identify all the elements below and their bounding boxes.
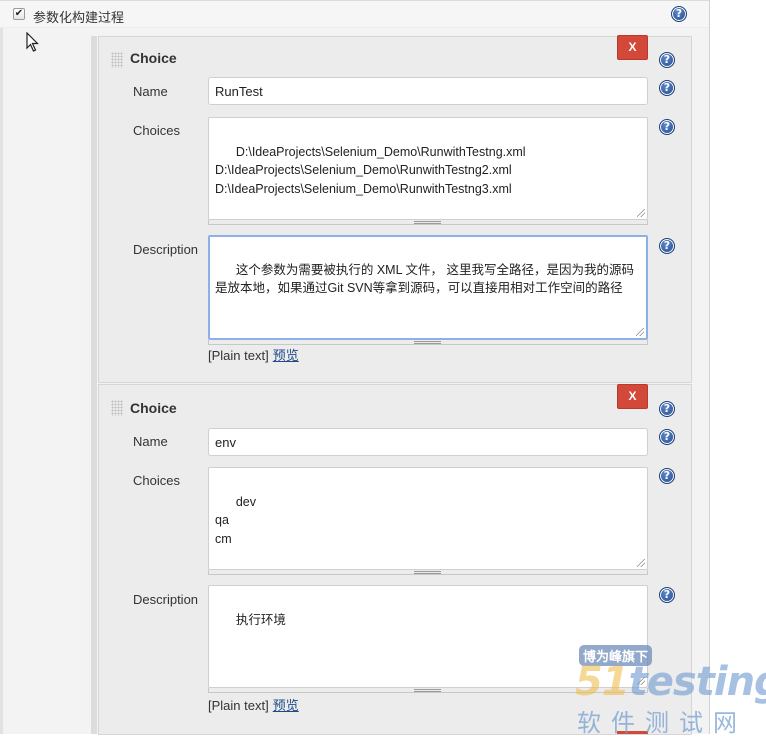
container-edge bbox=[0, 28, 3, 734]
name-input[interactable]: RunTest bbox=[208, 77, 648, 105]
help-icon[interactable]: ? bbox=[659, 587, 675, 603]
build-config-container: ✔ 参数化构建过程 ? Choice X ? Name RunTest ? Ch… bbox=[0, 0, 710, 735]
description-textarea[interactable]: 这个参数为需要被执行的 XML 文件， 这里我写全路径，是因为我的源码 是放本地… bbox=[208, 235, 648, 340]
help-icon[interactable]: ? bbox=[659, 52, 675, 68]
format-hint: [Plain text] 预览 bbox=[208, 345, 299, 364]
choice-parameter-panel: Choice X ? Name env ? Choices dev qa cm … bbox=[98, 384, 692, 735]
textarea-resize-bar[interactable] bbox=[208, 688, 648, 693]
delete-parameter-button[interactable]: X bbox=[617, 35, 648, 60]
parameterized-build-row: ✔ 参数化构建过程 ? bbox=[0, 0, 709, 28]
help-icon[interactable]: ? bbox=[659, 429, 675, 445]
description-textarea[interactable]: 执行环境 bbox=[208, 585, 648, 688]
drag-handle-icon[interactable] bbox=[111, 400, 123, 416]
choices-label: Choices bbox=[133, 123, 180, 138]
parameter-list-gutter bbox=[91, 36, 97, 734]
delete-parameter-button[interactable]: X bbox=[617, 384, 648, 409]
textarea-resize-bar[interactable] bbox=[208, 220, 648, 225]
parameter-type-title: Choice bbox=[130, 50, 177, 66]
choices-text: D:\IdeaProjects\Selenium_Demo\RunwithTes… bbox=[215, 144, 526, 196]
help-icon[interactable]: ? bbox=[659, 80, 675, 96]
drag-handle-icon[interactable] bbox=[111, 52, 123, 68]
choices-label: Choices bbox=[133, 473, 180, 488]
format-hint: [Plain text] 预览 bbox=[208, 695, 299, 714]
plain-text-label: [Plain text] bbox=[208, 698, 269, 713]
parameter-type-title: Choice bbox=[130, 400, 177, 416]
name-label: Name bbox=[133, 434, 168, 449]
help-icon[interactable]: ? bbox=[659, 238, 675, 254]
textarea-resize-bar[interactable] bbox=[208, 570, 648, 575]
help-icon[interactable]: ? bbox=[659, 401, 675, 417]
choices-textarea[interactable]: D:\IdeaProjects\Selenium_Demo\RunwithTes… bbox=[208, 117, 648, 220]
preview-link[interactable]: 预览 bbox=[273, 348, 299, 363]
plain-text-label: [Plain text] bbox=[208, 348, 269, 363]
resize-grip-icon[interactable] bbox=[637, 677, 645, 685]
parameterized-build-checkbox[interactable]: ✔ bbox=[13, 8, 25, 20]
help-icon[interactable]: ? bbox=[659, 468, 675, 484]
choices-textarea[interactable]: dev qa cm bbox=[208, 467, 648, 570]
description-label: Description bbox=[133, 592, 199, 607]
choice-parameter-panel: Choice X ? Name RunTest ? Choices D:\Ide… bbox=[98, 35, 692, 383]
name-label: Name bbox=[133, 84, 168, 99]
resize-grip-icon[interactable] bbox=[636, 328, 644, 336]
description-label: Description bbox=[133, 242, 199, 257]
resize-grip-icon[interactable] bbox=[637, 559, 645, 567]
resize-grip-icon[interactable] bbox=[637, 209, 645, 217]
description-text: 执行环境 bbox=[235, 612, 286, 627]
name-input[interactable]: env bbox=[208, 428, 648, 456]
choices-text: dev qa cm bbox=[215, 494, 256, 546]
parameterized-build-label: 参数化构建过程 bbox=[33, 10, 125, 25]
preview-link[interactable]: 预览 bbox=[273, 698, 299, 713]
description-text: 这个参数为需要被执行的 XML 文件， 这里我写全路径，是因为我的源码 是放本地… bbox=[215, 262, 635, 296]
help-icon[interactable]: ? bbox=[659, 119, 675, 135]
mouse-cursor-icon bbox=[26, 32, 39, 52]
help-icon[interactable]: ? bbox=[671, 6, 687, 22]
